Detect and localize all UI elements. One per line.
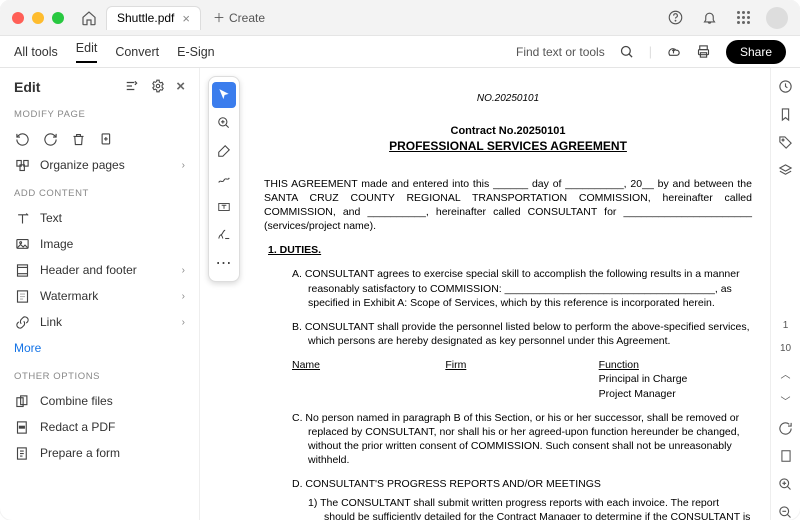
close-window-icon[interactable]: [12, 12, 24, 24]
rotate-right-icon[interactable]: [42, 131, 58, 147]
zoom-tool-icon[interactable]: [212, 110, 236, 136]
clause-c: C. No person named in paragraph B of thi…: [292, 411, 752, 468]
tag-icon[interactable]: [778, 134, 794, 150]
right-rail: 1 10 ︿ ﹀: [770, 68, 800, 520]
chevron-down-icon[interactable]: ﹀: [781, 393, 791, 408]
pdf-page: NO.20250101 Contract No.20250101 PROFESS…: [254, 86, 762, 520]
text-icon: [14, 210, 30, 226]
total-pages: 10: [780, 343, 791, 354]
personnel-row: Principal in Charge: [292, 372, 752, 386]
zoom-out-icon[interactable]: [778, 504, 794, 520]
draw-tool-icon[interactable]: [212, 166, 236, 192]
agreement-title: PROFESSIONAL SERVICES AGREEMENT: [264, 138, 752, 154]
clause-b: B. CONSULTANT shall provide the personne…: [292, 320, 752, 348]
redact-pdf-button[interactable]: Redact a PDF: [14, 414, 185, 440]
print-icon[interactable]: [696, 44, 712, 60]
combine-files-button[interactable]: Combine files: [14, 388, 185, 414]
form-icon: [14, 445, 30, 461]
floating-toolbar: ⋯: [208, 76, 240, 282]
combine-icon: [14, 393, 30, 409]
page-fit-icon[interactable]: [778, 448, 794, 464]
rotate-left-icon[interactable]: [14, 131, 30, 147]
section-other-options: OTHER OPTIONS: [14, 371, 185, 382]
add-image-button[interactable]: Image: [14, 231, 185, 257]
edit-sidebar: Edit × MODIFY PAGE Organize pages › ADD …: [0, 68, 200, 520]
search-icon[interactable]: [619, 44, 635, 60]
select-tool-icon[interactable]: [212, 82, 236, 108]
find-label: Find text or tools: [516, 45, 605, 59]
chevron-right-icon: ›: [182, 160, 185, 171]
zoom-in-icon[interactable]: [778, 476, 794, 492]
delete-page-icon[interactable]: [70, 131, 86, 147]
tool-edit[interactable]: Edit: [76, 41, 98, 63]
tool-convert[interactable]: Convert: [115, 45, 159, 59]
current-page-number[interactable]: 1: [783, 320, 789, 331]
add-text-button[interactable]: Text: [14, 205, 185, 231]
create-button[interactable]: ＋ Create: [213, 9, 265, 26]
organize-pages-button[interactable]: Organize pages ›: [14, 152, 185, 178]
notifications-icon[interactable]: [698, 7, 720, 29]
chevron-right-icon: ›: [182, 317, 185, 328]
duties-heading: 1. DUTIES.: [268, 244, 321, 256]
rotate-view-icon[interactable]: [778, 420, 794, 436]
chevron-up-icon[interactable]: ︿: [781, 366, 791, 381]
tool-esign[interactable]: E-Sign: [177, 45, 215, 59]
image-icon: [14, 236, 30, 252]
add-header-footer-button[interactable]: Header and footer›: [14, 257, 185, 283]
user-avatar[interactable]: [766, 7, 788, 29]
document-viewport[interactable]: NO.20250101 Contract No.20250101 PROFESS…: [200, 68, 770, 520]
chevron-right-icon: ›: [182, 291, 185, 302]
more-tools-icon[interactable]: ⋯: [212, 250, 236, 276]
chevron-right-icon: ›: [182, 265, 185, 276]
section-add-content: ADD CONTENT: [14, 188, 185, 199]
redact-icon: [14, 419, 30, 435]
organize-icon: [14, 157, 30, 173]
preamble-paragraph: THIS AGREEMENT made and entered into thi…: [264, 177, 752, 234]
more-link[interactable]: More: [14, 335, 185, 361]
document-tab[interactable]: Shuttle.pdf ×: [106, 6, 201, 30]
title-bar: Shuttle.pdf × ＋ Create: [0, 0, 800, 36]
watermark-icon: [14, 288, 30, 304]
home-icon[interactable]: [78, 7, 100, 29]
gear-icon[interactable]: [150, 78, 166, 94]
link-icon: [14, 314, 30, 330]
sidebar-title: Edit: [14, 79, 40, 95]
sign-tool-icon[interactable]: [212, 222, 236, 248]
tab-close-icon[interactable]: ×: [182, 11, 190, 26]
share-button[interactable]: Share: [726, 40, 786, 64]
help-icon[interactable]: [664, 7, 686, 29]
doc-number: NO.20250101: [264, 92, 752, 106]
contract-number: Contract No.20250101: [264, 124, 752, 139]
clause-d1: 1) The CONSULTANT shall submit written p…: [308, 496, 752, 520]
plus-icon: ＋: [213, 9, 225, 26]
apps-grid-icon[interactable]: [732, 7, 754, 29]
maximize-window-icon[interactable]: [52, 12, 64, 24]
clause-a: A. CONSULTANT agrees to exercise special…: [292, 267, 752, 310]
main-toolbar: All tools Edit Convert E-Sign Find text …: [0, 36, 800, 68]
section-modify-page: MODIFY PAGE: [14, 109, 185, 120]
prepare-form-button[interactable]: Prepare a form: [14, 440, 185, 466]
bookmark-icon[interactable]: [778, 106, 794, 122]
minimize-window-icon[interactable]: [32, 12, 44, 24]
layers-icon[interactable]: [778, 162, 794, 178]
tool-all-tools[interactable]: All tools: [14, 45, 58, 59]
sort-icon[interactable]: [124, 78, 140, 94]
tab-title: Shuttle.pdf: [117, 11, 174, 25]
save-cloud-icon[interactable]: [666, 44, 682, 60]
add-watermark-button[interactable]: Watermark›: [14, 283, 185, 309]
highlight-tool-icon[interactable]: [212, 138, 236, 164]
header-footer-icon: [14, 262, 30, 278]
personnel-row: Project Manager: [292, 387, 752, 401]
window-controls: [12, 12, 64, 24]
add-link-button[interactable]: Link›: [14, 309, 185, 335]
create-label: Create: [229, 11, 265, 25]
insert-page-icon[interactable]: [98, 131, 114, 147]
clock-icon[interactable]: [778, 78, 794, 94]
personnel-header-row: Name Firm Function: [292, 358, 752, 372]
clause-d: D. CONSULTANT'S PROGRESS REPORTS AND/OR …: [292, 477, 752, 491]
close-panel-icon[interactable]: ×: [176, 78, 185, 95]
organize-label: Organize pages: [40, 158, 125, 172]
textbox-tool-icon[interactable]: [212, 194, 236, 220]
